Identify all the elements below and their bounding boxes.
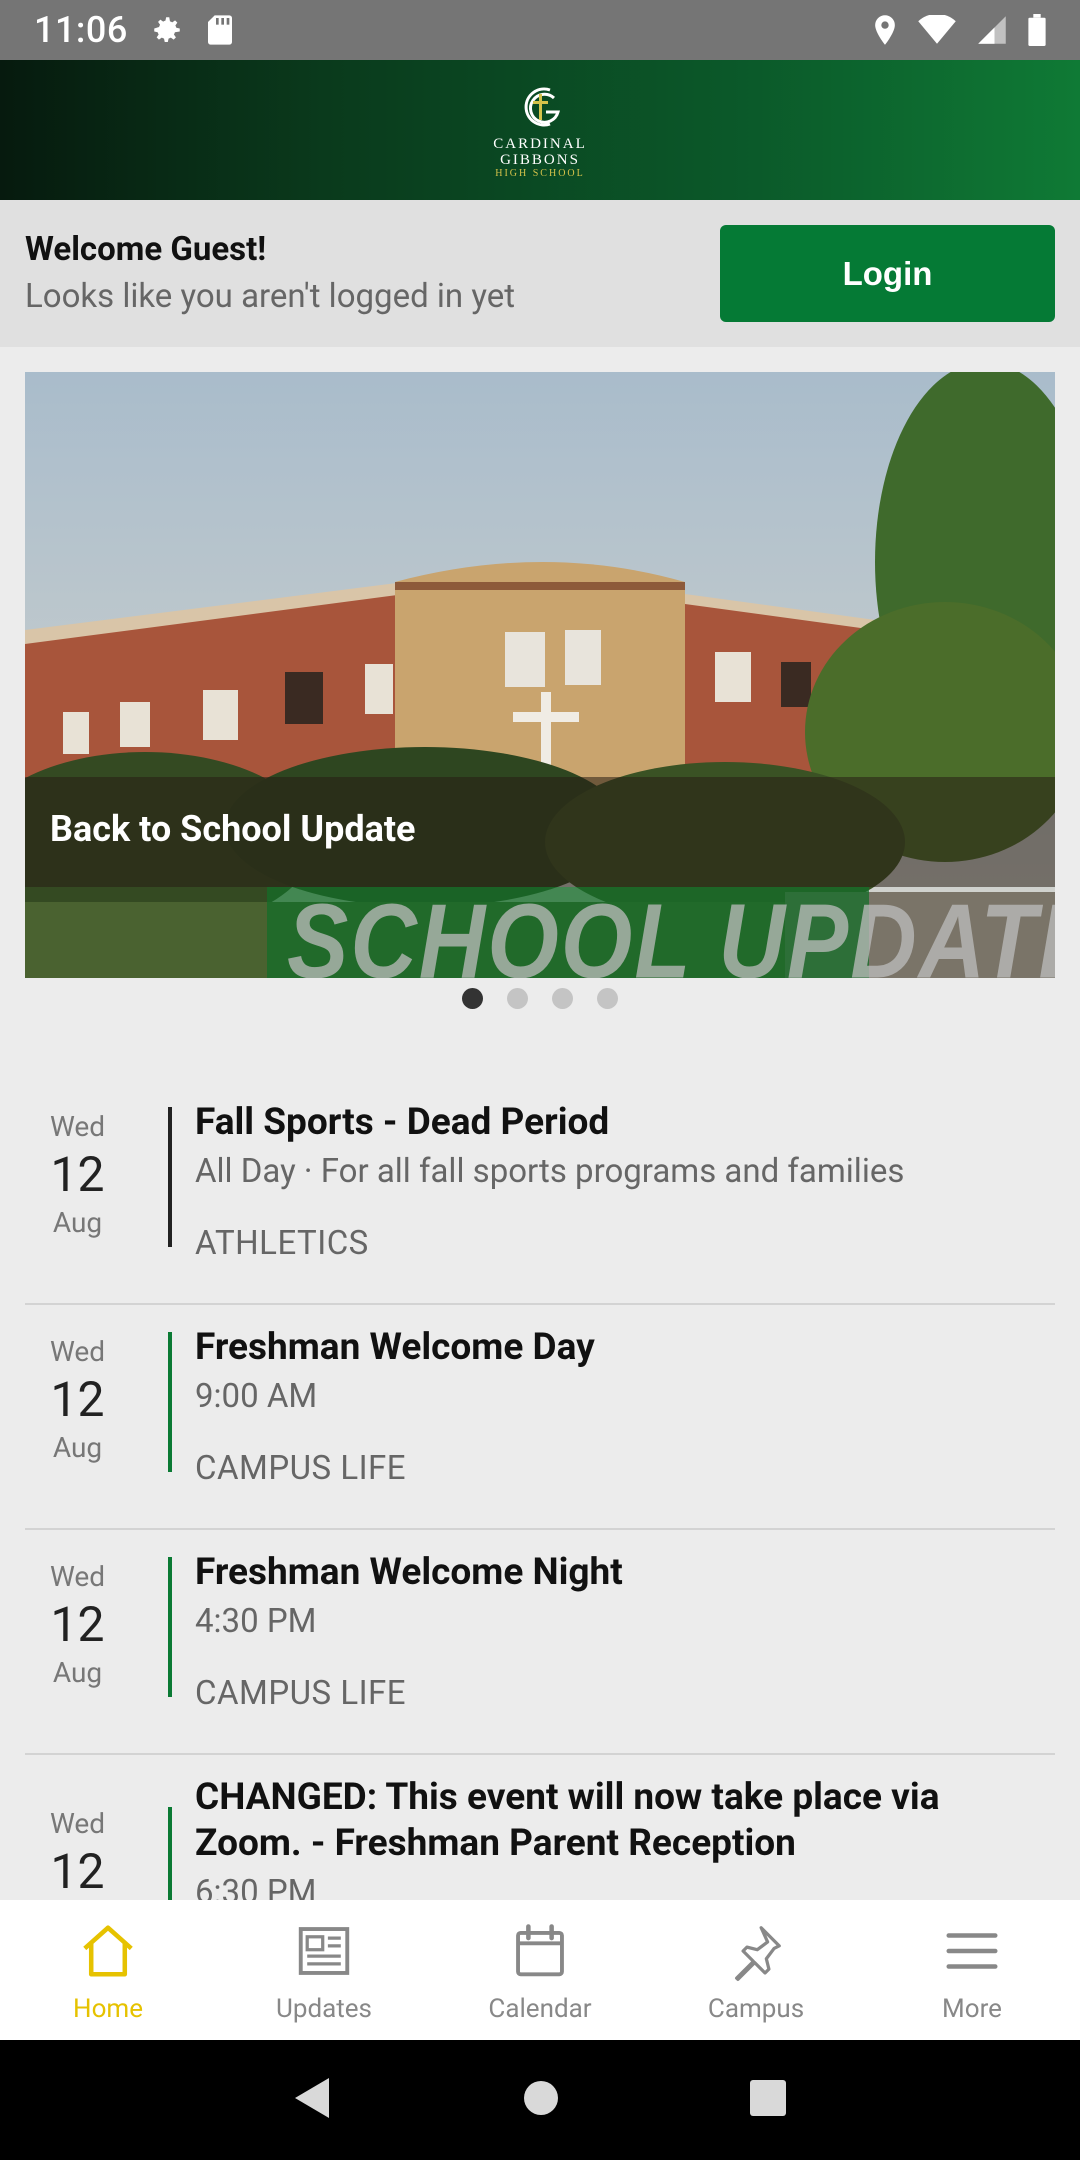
back-icon[interactable] (293, 2076, 333, 2124)
pagination-dot-4[interactable] (597, 988, 618, 1009)
nav-campus[interactable]: Campus (648, 1900, 864, 2040)
pagination-dot-3[interactable] (552, 988, 573, 1009)
settings-icon (150, 13, 184, 47)
event-weekday: Wed (49, 1110, 106, 1143)
wifi-icon (918, 15, 956, 45)
newspaper-icon (293, 1920, 355, 1986)
home-icon (77, 1920, 139, 1986)
app-header: CARDINAL GIBBONS HIGH SCHOOL (0, 60, 1080, 200)
nav-home-label: Home (73, 1994, 143, 2024)
nav-calendar-label: Calendar (488, 1994, 592, 2024)
welcome-panel: Welcome Guest! Looks like you aren't log… (0, 200, 1080, 347)
event-category: CAMPUS LIFE (195, 1449, 407, 1488)
event-item[interactable]: Wed 12 Aug Freshman Welcome Day 9:00 AM … (25, 1305, 1055, 1530)
status-bar: 11:06 (0, 0, 1080, 60)
event-day: 12 (50, 1146, 105, 1203)
school-logo: CARDINAL GIBBONS HIGH SCHOOL (493, 80, 587, 180)
event-day: 12 (50, 1596, 105, 1653)
event-title: CHANGED: This event will now take place … (195, 1776, 940, 1865)
welcome-subtitle: Looks like you aren't logged in yet (25, 277, 516, 316)
pagination-dot-1[interactable] (462, 988, 483, 1009)
pin-icon (725, 1920, 787, 1986)
bottom-navigation: Home Updates Calendar Campus More (0, 1900, 1080, 2040)
slide-caption: Back to School Update (50, 808, 416, 850)
menu-icon (941, 1920, 1003, 1986)
nav-updates[interactable]: Updates (216, 1900, 432, 2040)
status-time: 11:06 (34, 9, 128, 51)
system-navigation-bar (0, 2040, 1080, 2160)
home-circle-icon[interactable] (523, 2080, 559, 2120)
event-day: 12 (50, 1371, 105, 1428)
sd-card-icon (206, 14, 234, 46)
logo-text-line3: HIGH SCHOOL (495, 168, 585, 179)
signal-icon (976, 15, 1008, 45)
event-month: Aug (52, 1656, 103, 1689)
event-category-bar (168, 1107, 172, 1247)
login-button[interactable]: Login (720, 225, 1055, 322)
battery-icon (1028, 14, 1046, 46)
nav-home[interactable]: Home (0, 1900, 216, 2040)
carousel-pagination (0, 988, 1080, 1009)
event-subtitle: All Day · For all fall sports programs a… (195, 1152, 905, 1191)
logo-text-line2: GIBBONS (500, 152, 580, 168)
event-category-bar (168, 1332, 172, 1472)
nav-updates-label: Updates (276, 1994, 372, 2024)
event-subtitle: 4:30 PM (195, 1602, 317, 1641)
pagination-dot-2[interactable] (507, 988, 528, 1009)
event-month: Aug (52, 1206, 103, 1239)
location-icon (872, 14, 898, 46)
nav-more-label: More (942, 1994, 1002, 2024)
slide-banner-text: SCHOOL UPDATE (287, 883, 1055, 978)
news-carousel-slide[interactable]: Back to School Update SCHOOL UPDATE (25, 372, 1055, 978)
nav-more[interactable]: More (864, 1900, 1080, 2040)
event-title: Fall Sports - Dead Period (195, 1101, 610, 1144)
nav-campus-label: Campus (707, 1994, 805, 2024)
nav-calendar[interactable]: Calendar (432, 1900, 648, 2040)
event-weekday: Wed (49, 1335, 106, 1368)
event-title: Freshman Welcome Night (195, 1551, 623, 1594)
event-weekday: Wed (49, 1560, 106, 1593)
event-weekday: Wed (49, 1807, 106, 1840)
welcome-title: Welcome Guest! (25, 230, 267, 269)
event-day: 12 (50, 1843, 105, 1900)
event-category: ATHLETICS (195, 1224, 369, 1263)
logo-text-line1: CARDINAL (493, 136, 587, 152)
event-title: Freshman Welcome Day (195, 1326, 595, 1369)
event-category-bar (168, 1557, 172, 1697)
recents-icon[interactable] (749, 2079, 787, 2121)
event-month: Aug (52, 1431, 103, 1464)
calendar-icon (509, 1920, 571, 1986)
event-category: CAMPUS LIFE (195, 1674, 407, 1713)
event-item[interactable]: Wed 12 Aug Freshman Welcome Night 4:30 P… (25, 1530, 1055, 1755)
event-subtitle: 9:00 AM (195, 1377, 318, 1416)
cg-crest-icon (510, 80, 570, 136)
event-item[interactable]: Wed 12 Aug Fall Sports - Dead Period All… (25, 1080, 1055, 1305)
